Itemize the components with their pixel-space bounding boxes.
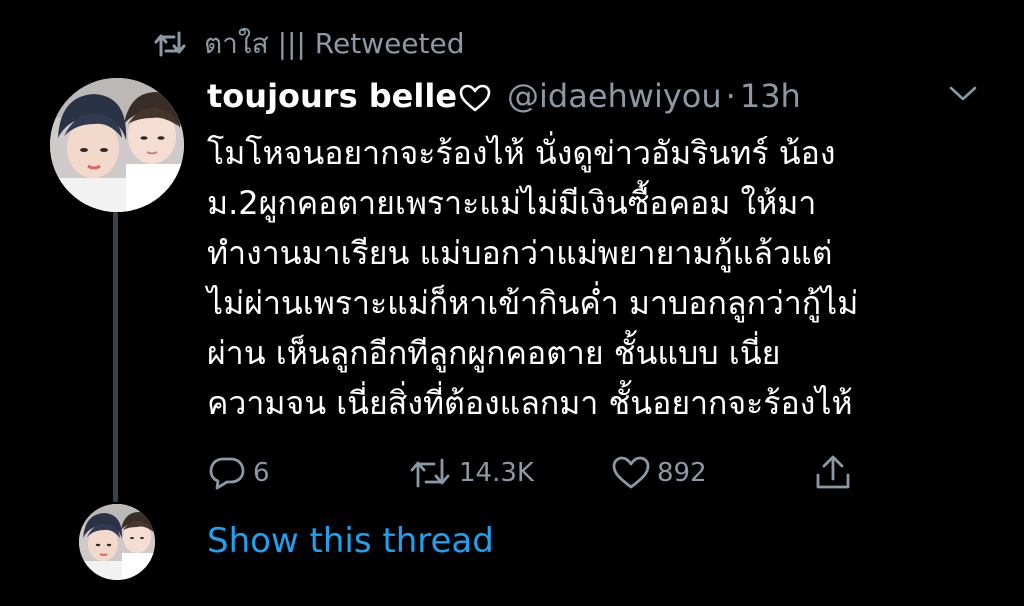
retweet-icon bbox=[407, 455, 453, 491]
retweet-icon bbox=[152, 29, 188, 59]
tweet-text-line: ผ่าน เห็นลูกอีกทีลูกผูกคอตาย ชั้นแบบ เนี… bbox=[207, 334, 781, 372]
tweet-text-line: ทำงานมาเรียน แม่บอกว่าแม่พยายามกู้แล้วแต… bbox=[207, 234, 833, 272]
like-button[interactable]: 892 bbox=[611, 450, 707, 496]
retweet-button[interactable]: 14.3K bbox=[407, 450, 534, 496]
show-thread-link[interactable]: Show this thread bbox=[207, 519, 494, 563]
tweet-text-line: ม.2ผูกคอตายเพราะแม่ไม่มีเงินซื้อคอม ให้ม… bbox=[207, 184, 817, 222]
thread-avatar[interactable] bbox=[79, 504, 155, 580]
tweet-text: โมโหจนอยากจะร้องไห้ นั่งดูข่าวอัมรินทร์ … bbox=[207, 128, 997, 428]
separator-dot: · bbox=[725, 77, 736, 115]
retweeted-by-label: ตาใส ||| Retweeted bbox=[204, 27, 465, 60]
tweet-header: toujours belle @idaehwiyou · 13h bbox=[207, 74, 801, 118]
tweet-text-line: ไม่ผ่านเพราะแม่ก็หาเข้ากินค่ำ มาบอกลูกว่… bbox=[207, 284, 859, 322]
tweet-text-line: ความจน เนี่ยสิ่งที่ต้องแลกมา ชั้นอยากจะร… bbox=[207, 384, 853, 422]
retweet-count: 14.3K bbox=[459, 458, 534, 488]
display-name[interactable]: toujours belle bbox=[207, 77, 457, 115]
share-icon bbox=[813, 453, 853, 493]
thread-connector-line bbox=[113, 212, 118, 502]
tweet-actions: 6 14.3K 892 bbox=[207, 450, 857, 496]
user-handle[interactable]: @idaehwiyou bbox=[507, 77, 722, 115]
reply-count: 6 bbox=[253, 458, 270, 488]
share-button[interactable] bbox=[813, 450, 853, 496]
avatar[interactable] bbox=[50, 78, 184, 212]
reply-icon bbox=[207, 455, 247, 491]
heart-outline-icon bbox=[459, 82, 491, 112]
tweet-timestamp[interactable]: 13h bbox=[740, 77, 801, 115]
reply-button[interactable]: 6 bbox=[207, 450, 270, 496]
heart-icon bbox=[611, 455, 651, 491]
chevron-down-icon[interactable] bbox=[948, 84, 978, 104]
like-count: 892 bbox=[657, 458, 707, 488]
retweeted-by-row[interactable]: ตาใส ||| Retweeted bbox=[152, 24, 465, 64]
tweet-text-line: โมโหจนอยากจะร้องไห้ นั่งดูข่าวอัมรินทร์ … bbox=[207, 134, 836, 172]
